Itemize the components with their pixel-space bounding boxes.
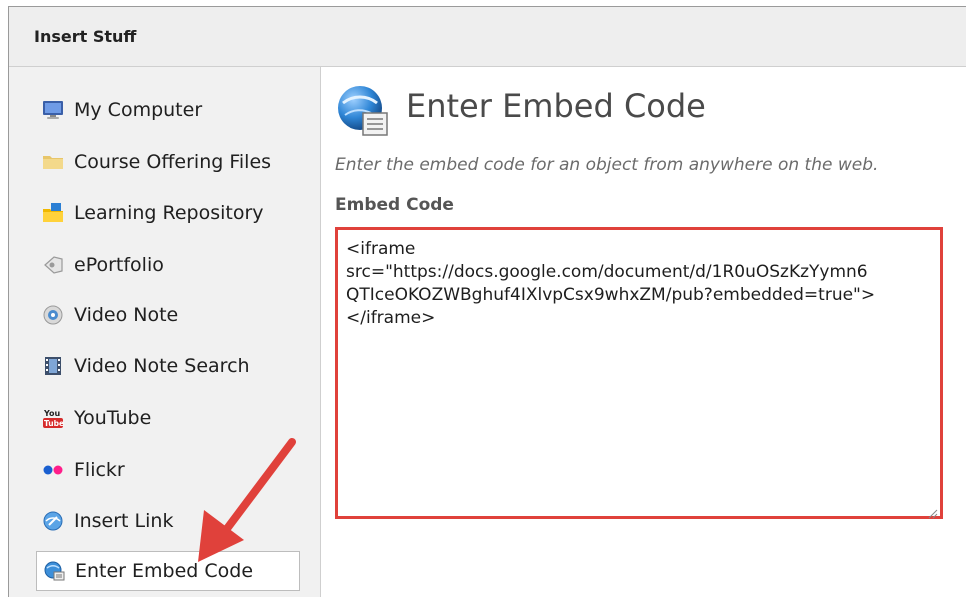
sidebar-item-video-note-search[interactable]: Video Note Search bbox=[36, 346, 300, 386]
sidebar-item-video-note[interactable]: Video Note bbox=[36, 295, 300, 335]
page-title: Enter Embed Code bbox=[406, 87, 706, 125]
sidebar-item-flickr[interactable]: Flickr bbox=[36, 450, 300, 490]
sidebar-item-label: Insert Link bbox=[74, 510, 174, 532]
sidebar-item-learning-repository[interactable]: Learning Repository bbox=[36, 193, 300, 233]
sidebar-item-label: Course Offering Files bbox=[74, 151, 272, 173]
main-panel: Enter Embed Code Enter the embed code fo… bbox=[321, 67, 966, 597]
sidebar-item-label: Video Note bbox=[74, 304, 179, 326]
sidebar-item-enter-embed-code[interactable]: Enter Embed Code bbox=[36, 551, 300, 591]
sidebar-item-my-computer[interactable]: My Computer bbox=[36, 90, 300, 130]
embed-globe-icon bbox=[43, 560, 65, 582]
embed-globe-icon bbox=[335, 83, 391, 139]
computer-icon bbox=[42, 99, 64, 121]
dialog-header: Insert Stuff bbox=[9, 7, 966, 67]
source-sidebar: My Computer Course Offering Files Learni… bbox=[9, 67, 321, 597]
svg-text:You: You bbox=[43, 409, 61, 418]
flickr-icon bbox=[42, 459, 64, 481]
sidebar-item-label: Video Note Search bbox=[74, 355, 250, 377]
link-globe-icon bbox=[42, 510, 64, 532]
repository-folder-icon bbox=[42, 202, 64, 224]
sidebar-item-label: YouTube bbox=[74, 407, 152, 429]
sidebar-item-label: Enter Embed Code bbox=[75, 560, 254, 582]
sidebar-item-youtube[interactable]: You Tube YouTube bbox=[36, 398, 300, 438]
page-description: Enter the embed code for an object from … bbox=[335, 155, 879, 175]
embed-code-label: Embed Code bbox=[335, 195, 454, 215]
sidebar-item-label: Flickr bbox=[74, 459, 125, 481]
insert-stuff-dialog: Insert Stuff My Computer Course Offering… bbox=[8, 6, 966, 597]
embed-code-value[interactable]: <iframe src="https://docs.google.com/doc… bbox=[346, 238, 934, 330]
embed-code-textarea[interactable]: <iframe src="https://docs.google.com/doc… bbox=[335, 227, 943, 519]
folder-icon bbox=[42, 151, 64, 173]
svg-text:Tube: Tube bbox=[44, 419, 64, 428]
video-note-icon bbox=[42, 304, 64, 326]
dialog-title: Insert Stuff bbox=[34, 27, 137, 46]
resize-grip-icon[interactable] bbox=[928, 504, 938, 519]
sidebar-item-label: Learning Repository bbox=[74, 202, 264, 224]
sidebar-item-insert-link[interactable]: Insert Link bbox=[36, 501, 300, 541]
sidebar-item-eportfolio[interactable]: ePortfolio bbox=[36, 245, 300, 285]
sidebar-item-label: My Computer bbox=[74, 99, 203, 121]
film-strip-icon bbox=[42, 355, 64, 377]
sidebar-item-label: ePortfolio bbox=[74, 254, 164, 276]
sidebar-item-course-offering-files[interactable]: Course Offering Files bbox=[36, 142, 300, 182]
youtube-icon: You Tube bbox=[42, 407, 64, 429]
eportfolio-icon bbox=[42, 254, 64, 276]
